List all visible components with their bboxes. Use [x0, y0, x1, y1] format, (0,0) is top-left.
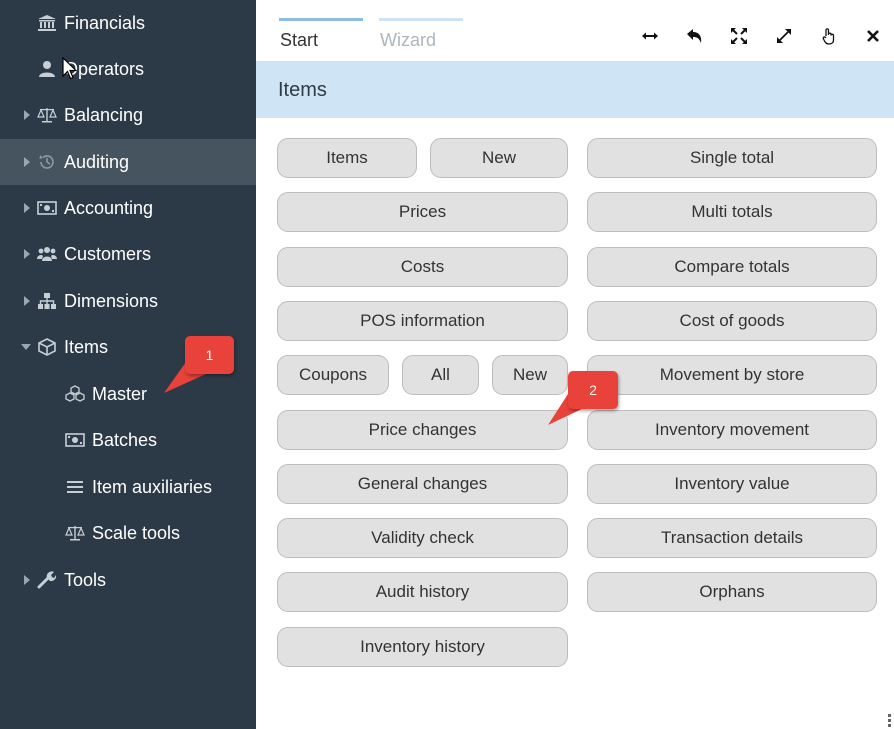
compare-totals-button[interactable]: Compare totals [587, 247, 877, 287]
sidebar-item-balancing[interactable]: Balancing [0, 92, 256, 138]
new-coupon-button[interactable]: New [492, 355, 568, 395]
sidebar-item-accounting[interactable]: Accounting [0, 185, 256, 231]
scale-icon [64, 523, 86, 543]
cubes-icon [64, 384, 86, 404]
sidebar-item-batches[interactable]: Batches [0, 417, 256, 463]
prices-button[interactable]: Prices [277, 192, 568, 232]
sidebar-item-financials[interactable]: Financials [0, 0, 256, 46]
users-icon [36, 244, 58, 264]
sidebar-item-label: Scale tools [92, 522, 181, 543]
inventory-history-button[interactable]: Inventory history [277, 627, 568, 667]
sidebar-item-label: Financials [64, 12, 146, 33]
sidebar-item-label: Batches [92, 429, 158, 450]
sidebar-item-label: Customers [64, 243, 152, 264]
new-item-button[interactable]: New [430, 138, 568, 178]
tab-start[interactable]: Start [279, 18, 363, 61]
hand-pointer-icon[interactable] [817, 24, 841, 48]
tab-wizard[interactable]: Wizard [379, 18, 463, 61]
sidebar-item-label: Tools [64, 569, 107, 590]
transaction-details-button[interactable]: Transaction details [587, 518, 877, 558]
scale-icon [36, 105, 58, 125]
inventory-value-button[interactable]: Inventory value [587, 464, 877, 504]
sidebar-item-auditing[interactable]: Auditing [0, 139, 256, 185]
section-header: Items [256, 61, 894, 118]
caret-right-icon [24, 575, 30, 585]
price-changes-button[interactable]: Price changes [277, 410, 568, 450]
undo-icon[interactable] [683, 24, 707, 48]
sidebar-item-dimensions[interactable]: Dimensions [0, 278, 256, 324]
validity-check-button[interactable]: Validity check [277, 518, 568, 558]
sidebar-item-tools[interactable]: Tools [0, 557, 256, 603]
tab-bar: Start Wizard [256, 0, 894, 61]
callout-badge: 1 [185, 336, 234, 374]
sidebar-item-item-auxiliaries[interactable]: Item auxiliaries [0, 464, 256, 510]
caret-right-icon [24, 249, 30, 259]
cube-icon [36, 337, 58, 357]
user-icon [36, 59, 58, 79]
single-total-button[interactable]: Single total [587, 138, 877, 178]
menu-icon [64, 477, 86, 497]
sidebar-item-customers[interactable]: Customers [0, 231, 256, 277]
resize-horizontal-icon[interactable] [638, 24, 662, 48]
orphans-button[interactable]: Orphans [587, 572, 877, 612]
sidebar-item-label: Auditing [64, 151, 130, 172]
sidebar-item-scale-tools[interactable]: Scale tools [0, 510, 256, 556]
sidebar-item-operators[interactable]: Operators [0, 46, 256, 92]
cost-of-goods-button[interactable]: Cost of goods [587, 301, 877, 341]
resize-grip[interactable] [888, 712, 892, 727]
fullscreen-icon[interactable] [727, 24, 751, 48]
sidebar-item-label: Balancing [64, 104, 144, 125]
tab-label: Wizard [380, 30, 437, 50]
money-icon [36, 198, 58, 218]
close-icon[interactable] [861, 24, 885, 48]
wrench-icon [36, 570, 58, 590]
tab-label: Start [280, 30, 319, 50]
inventory-movement-button[interactable]: Inventory movement [587, 410, 877, 450]
caret-right-icon [24, 203, 30, 213]
tab-indicator [279, 18, 363, 21]
expand-icon[interactable] [772, 24, 796, 48]
sitemap-icon [36, 291, 58, 311]
costs-button[interactable]: Costs [277, 247, 568, 287]
history-icon [36, 152, 58, 172]
sidebar-item-label: Master [92, 383, 148, 404]
multi-totals-button[interactable]: Multi totals [587, 192, 877, 232]
audit-history-button[interactable]: Audit history [277, 572, 568, 612]
caret-right-icon [24, 110, 30, 120]
all-coupons-button[interactable]: All [402, 355, 479, 395]
sidebar-item-label: Accounting [64, 197, 154, 218]
caret-right-icon [24, 296, 30, 306]
sidebar-item-label: Item auxiliaries [92, 476, 213, 497]
section-title: Items [278, 79, 327, 101]
money-icon [64, 430, 86, 450]
caret-right-icon [24, 157, 30, 167]
mouse-cursor-icon [62, 57, 78, 80]
pos-information-button[interactable]: POS information [277, 301, 568, 341]
sidebar-item-label: Items [64, 336, 109, 357]
sidebar-item-master[interactable]: Master [0, 371, 256, 417]
bank-icon [36, 13, 58, 33]
tab-indicator [379, 18, 463, 21]
general-changes-button[interactable]: General changes [277, 464, 568, 504]
coupons-button[interactable]: Coupons [277, 355, 389, 395]
caret-down-icon [21, 344, 31, 350]
sidebar-item-label: Dimensions [64, 290, 159, 311]
callout-badge: 2 [568, 371, 618, 409]
movement-by-store-button[interactable]: Movement by store [587, 355, 877, 395]
items-button[interactable]: Items [277, 138, 417, 178]
